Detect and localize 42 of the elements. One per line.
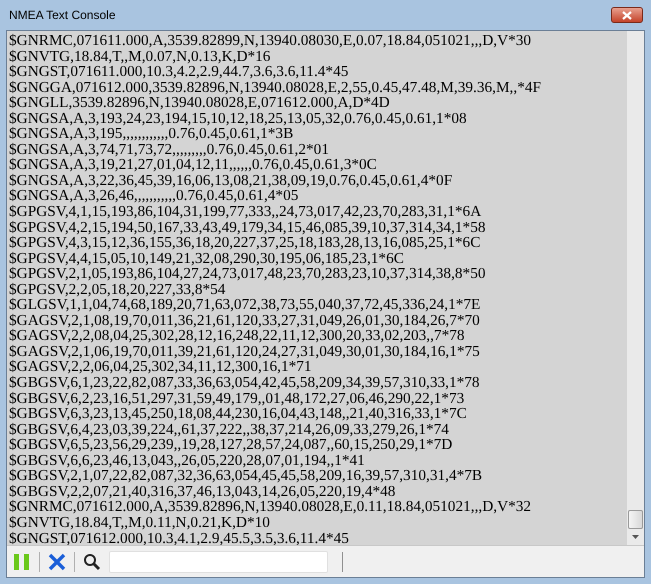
close-icon[interactable] <box>48 552 66 570</box>
console-line: $GAGSV,2,1,06,19,70,011,39,21,61,120,24,27,31,049,30,01,30,184,16,1*75 <box>9 344 480 360</box>
console-line: $GAGSV,2,2,08,04,25,302,28,12,16,248,22,11,12,300,20,33,02,203,,7*78 <box>9 328 465 344</box>
console-line: $GNGSA,A,3,193,24,23,194,15,10,12,18,25,13,05,32,0.76,0.45,0.61,1*08 <box>9 110 467 126</box>
scroll-down-icon[interactable] <box>632 535 639 539</box>
console-line: $GPGSV,4,1,15,193,86,104,31,199,77,333,,24,73,017,42,23,70,283,31,1*6A <box>9 204 482 220</box>
console-line: $GBGSV,6,3,23,13,45,250,18,08,44,230,16,04,43,148,,21,40,316,33,1*7C <box>9 406 467 422</box>
console-line: $GAGSV,2,1,08,19,70,011,36,21,61,120,33,27,31,049,26,01,30,184,26,7*70 <box>9 312 480 328</box>
console-line: $GNGSA,A,3,19,21,27,01,04,12,11,,,,,,0.76,0.45,0.61,3*0C <box>9 157 377 173</box>
console-line: $GAGSV,2,2,06,04,25,302,34,11,12,300,16,1*71 <box>9 359 312 376</box>
search-icon[interactable] <box>83 552 101 570</box>
console-line: $GBGSV,6,5,23,56,29,239,,19,28,127,28,57,24,087,,60,15,250,29,1*7D <box>9 437 452 453</box>
console-line: $GNGST,071611.000,10.3,4.2,2.9,44.7,3.6,3.6,11.4*45 <box>9 64 348 80</box>
console-line: $GNRMC,071612.000,A,3539.82896,N,13940.08028,E,0.11,18.84,051021,,,D,V*32 <box>9 499 532 515</box>
scrollbar-thumb[interactable] <box>628 510 643 529</box>
console-line: $GNGGA,071612.000,3539.82896,N,13940.08028,E,2,55,0.45,47.48,M,39.36,M,,*4F <box>9 80 541 96</box>
console-line: $GPGSV,4,3,15,12,36,155,36,18,20,227,37,25,18,183,28,13,16,085,25,1*6C <box>9 235 480 251</box>
console-line: $GBGSV,6,2,23,16,51,297,31,59,49,179,,01,48,172,27,06,46,290,22,1*73 <box>9 390 464 406</box>
scrollbar[interactable] <box>627 31 644 545</box>
console-line: $GNGLL,3539.82896,N,13940.08028,E,071612.000,A,D*4D <box>9 95 390 111</box>
console-line: $GNGSA,A,3,26,46,,,,,,,,,,,0.76,0.45,0.61,4*05 <box>9 188 298 204</box>
close-icon <box>622 10 632 20</box>
console-line: $GBGSV,2,2,07,21,40,316,37,46,13,043,14,26,05,220,19,4*48 <box>9 484 396 500</box>
console-line: $GNGST,071612.000,10.3,4.1,2.9,45.5,3.5,3.6,11.4*45 <box>9 530 349 545</box>
console-line: $GPGSV,4,2,15,194,50,167,33,43,49,179,34,15,46,085,39,10,37,314,34,1*58 <box>9 220 486 236</box>
console-line: $GNGSA,A,3,22,36,45,39,16,06,13,08,21,38,09,19,0.76,0.45,0.61,4*0F <box>9 172 452 188</box>
console-line: $GNRMC,071611.000,A,3539.82899,N,13940.08030,E,0.07,18.84,051021,,,D,V*30 <box>9 33 532 49</box>
console-line: $GBGSV,6,6,23,46,13,043,,26,05,220,28,07,01,194,,1*41 <box>9 452 365 468</box>
console-line: $GLGSV,1,1,04,74,68,189,20,71,63,072,38,73,55,040,37,72,45,336,24,1*7E <box>9 297 480 313</box>
console-line: $GNGSA,A,3,195,,,,,,,,,,,,0.76,0.45,0.61,1*3B <box>9 126 294 142</box>
console-line: $GNGSA,A,3,74,71,73,72,,,,,,,,,0.76,0.45,0.61,2*01 <box>9 142 329 158</box>
console-line: $GNVTG,18.84,T,,M,0.07,N,0.13,K,D*16 <box>9 48 270 64</box>
console-line: $GPGSV,2,1,05,193,86,104,27,24,73,017,48,23,70,283,23,10,37,314,38,8*50 <box>9 266 486 282</box>
console-line: $GBGSV,6,4,23,03,39,224,,61,37,222,,38,37,214,26,09,33,279,26,1*74 <box>9 422 449 438</box>
window-title: NMEA Text Console <box>8 7 116 24</box>
search-field[interactable] <box>109 550 328 572</box>
console-line: $GBGSV,6,1,23,22,82,087,33,36,63,054,42,45,58,209,34,39,57,310,33,1*78 <box>9 375 480 391</box>
close-button[interactable] <box>611 7 643 23</box>
console-line: $GPGSV,4,4,15,05,10,149,21,32,08,290,30,195,06,185,23,1*6C <box>9 250 404 266</box>
console-line: $GBGSV,2,1,07,22,82,087,32,36,63,054,45,45,58,209,16,39,57,310,31,4*7B <box>9 468 482 484</box>
console-line: $GPGSV,2,2,05,18,20,227,33,8*54 <box>9 282 226 298</box>
console-line: $GNVTG,18.84,T,,M,0.11,N,0.21,K,D*10 <box>9 514 270 530</box>
